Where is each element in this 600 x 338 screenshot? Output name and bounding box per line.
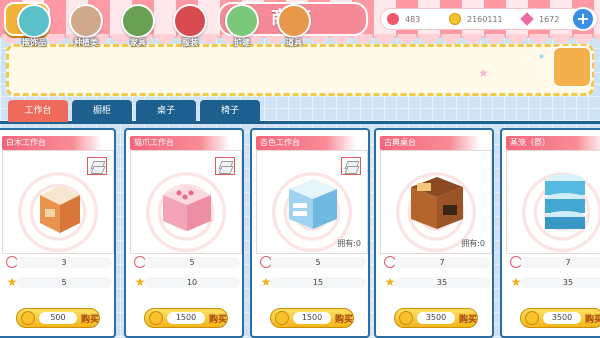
happiness-value: 5 [144, 257, 240, 268]
shop-item-card[interactable]: 白木工作台 3 ★ 5 500 购买 [0, 128, 116, 338]
category-decorations[interactable]: 摆饰品 [14, 4, 54, 48]
happiness-value: 7 [394, 257, 490, 268]
category-plants[interactable]: 种植类 [66, 4, 106, 48]
happiness-value: 7 [520, 257, 600, 268]
buy-label: 购买 [458, 314, 477, 325]
tab-table[interactable]: 桌子 [136, 100, 196, 122]
steamer-icon [545, 174, 585, 229]
shop-item-card[interactable]: 古典桌台 拥有:0 7 ★ 35 3500 购买 [374, 128, 494, 338]
item-name: 白木工作台 [2, 136, 102, 150]
layer-toggle-icon[interactable] [215, 157, 235, 175]
owned-count: 拥有:0 [461, 239, 485, 248]
gem-icon [520, 12, 534, 26]
coin-icon [275, 311, 289, 325]
white-wood-workbench-icon [40, 185, 80, 233]
furniture-icon [121, 4, 155, 38]
item-preview [506, 150, 600, 254]
item-name: 猫爪工作台 [130, 136, 230, 150]
category-expansion[interactable]: 扩建 [222, 4, 262, 48]
coin-icon [21, 311, 35, 325]
star-value: 35 [520, 277, 600, 288]
shop-item-card[interactable]: 杏色工作台 拥有:0 5 ★ 15 1500 购买 [250, 128, 370, 338]
shop-item-card[interactable]: 蒸笼（祭） 7 ★ 35 3500 购买 [500, 128, 600, 338]
coin-icon [399, 311, 413, 325]
hearts-counter: 483 [387, 13, 449, 25]
category-panel [6, 44, 594, 96]
item-preview: 拥有:0 [256, 150, 368, 254]
coin-icon [525, 311, 539, 325]
cat-paw-workbench-icon [163, 185, 211, 231]
currency-bar: 483 2160111 1672 + [380, 7, 598, 31]
star-value: 5 [16, 277, 112, 288]
item-preview [130, 150, 242, 254]
buy-label: 购买 [208, 314, 227, 325]
gems-value: 1672 [539, 14, 560, 24]
star-decoration-icon: ★ [478, 66, 489, 80]
item-preview: 拥有:0 [380, 150, 492, 254]
coin-icon [149, 311, 163, 325]
wardrobe-icon [173, 4, 207, 38]
item-name: 杏色工作台 [256, 136, 356, 150]
buy-button[interactable]: 1500 购买 [144, 308, 228, 328]
hearts-value: 483 [405, 14, 421, 24]
coins-value: 2160111 [467, 14, 503, 24]
classic-table-icon [411, 177, 463, 229]
price-value: 1500 [293, 312, 331, 324]
item-preview [2, 150, 114, 254]
owned-count: 拥有:0 [337, 239, 361, 248]
buy-button[interactable]: 1500 购买 [270, 308, 354, 328]
happiness-value: 5 [270, 257, 366, 268]
category-items[interactable]: 道具 [274, 4, 314, 48]
heart-icon [387, 13, 399, 25]
tab-workbench[interactable]: 工作台 [8, 100, 68, 122]
category-furniture[interactable]: 家具 [118, 4, 158, 48]
layer-toggle-icon[interactable] [341, 157, 361, 175]
buy-button[interactable]: 3500 购买 [520, 308, 600, 328]
expand-arrows-icon [225, 4, 259, 38]
item-name: 蒸笼（祭） [506, 136, 600, 150]
buy-button[interactable]: 3500 购买 [394, 308, 478, 328]
buy-label: 购买 [334, 314, 353, 325]
happiness-value: 3 [16, 257, 112, 268]
coin-icon [449, 13, 461, 25]
decorations-icon [17, 4, 51, 38]
item-box-icon [277, 4, 311, 38]
price-value: 3500 [417, 312, 455, 324]
layer-toggle-icon[interactable] [87, 157, 107, 175]
apricot-workbench-icon [289, 179, 337, 229]
coins-counter: 2160111 [449, 13, 521, 25]
price-value: 3500 [543, 312, 581, 324]
shop-item-card[interactable]: 猫爪工作台 5 ★ 10 1500 购买 [124, 128, 244, 338]
star-value: 35 [394, 277, 490, 288]
buy-button[interactable]: 500 购买 [16, 308, 100, 328]
buy-label: 购买 [80, 314, 99, 325]
star-value: 15 [270, 277, 366, 288]
add-currency-button[interactable]: + [571, 7, 595, 31]
item-name: 古典桌台 [380, 136, 480, 150]
tab-cabinet[interactable]: 橱柜 [72, 100, 132, 122]
star-decoration-icon: ★ [538, 52, 546, 61]
star-value: 10 [144, 277, 240, 288]
price-value: 1500 [167, 312, 205, 324]
gift-box-icon[interactable] [552, 46, 592, 88]
price-value: 500 [39, 312, 77, 324]
plant-pot-icon [69, 4, 103, 38]
category-clothing[interactable]: 服装 [170, 4, 210, 48]
buy-label: 购买 [584, 314, 600, 325]
tab-chair[interactable]: 椅子 [200, 100, 260, 122]
